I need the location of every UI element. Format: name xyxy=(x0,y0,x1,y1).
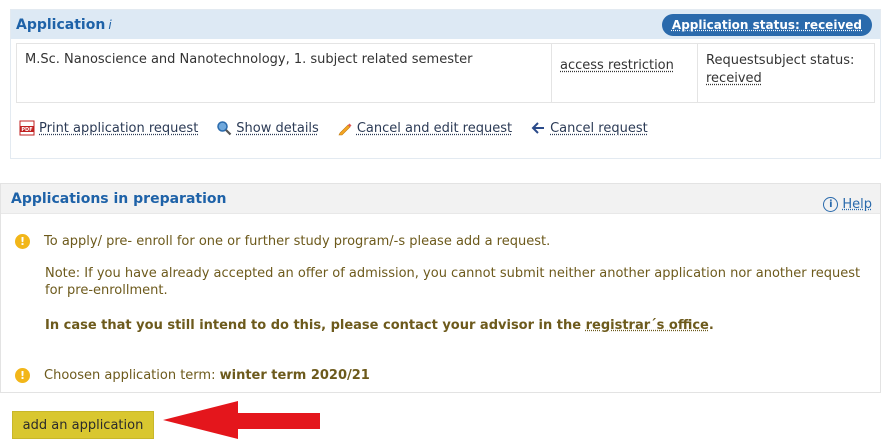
info-message: To apply/ pre- enroll for one or further… xyxy=(44,234,551,249)
pencil-icon xyxy=(337,120,353,136)
application-header: Application ⅰ Application status: receive… xyxy=(11,10,880,39)
warning-info-icon: ! xyxy=(15,368,30,383)
svg-text:PDF: PDF xyxy=(21,127,32,133)
application-status-badge[interactable]: Application status: received xyxy=(661,13,872,36)
show-details-action[interactable]: Show details xyxy=(216,120,319,136)
red-arrow-shape xyxy=(163,401,320,439)
pdf-icon: PDF xyxy=(19,120,35,136)
warning-info-icon: ! xyxy=(15,234,30,249)
info-icon: i xyxy=(823,197,839,212)
term-label: Choosen application term: xyxy=(44,368,220,383)
print-request-action[interactable]: PDF Print application request xyxy=(19,120,198,136)
note-text: Note: If you have already accepted an of… xyxy=(45,266,861,298)
cancel-edit-label: Cancel and edit request xyxy=(356,120,513,136)
application-title: Application ⅰ xyxy=(16,16,112,33)
add-application-button[interactable]: add an application xyxy=(12,411,154,439)
term-text: Choosen application term: winter term 20… xyxy=(44,367,370,384)
cancel-request-label: Cancel request xyxy=(550,120,648,136)
request-status-label: Requestsubject status: xyxy=(706,53,855,68)
contact-prefix: In case that you still intend to do this… xyxy=(45,318,586,333)
request-status-cell: Requestsubject status: received xyxy=(698,44,874,102)
red-arrow-annotation xyxy=(163,401,320,439)
preparation-header: Applications in preparation i Help xyxy=(1,184,880,214)
show-details-label: Show details xyxy=(236,120,319,136)
application-row: M.Sc. Nanoscience and Nanotechnology, 1.… xyxy=(16,43,875,103)
cancel-request-action[interactable]: Cancel request xyxy=(530,120,648,136)
access-restriction-cell: access restriction xyxy=(552,44,698,102)
term-row: ! Choosen application term: winter term … xyxy=(15,367,370,384)
help-link[interactable]: i Help xyxy=(823,197,872,212)
magnifier-icon xyxy=(216,120,232,136)
program-name: M.Sc. Nanoscience and Nanotechnology, 1.… xyxy=(17,44,552,102)
cancel-edit-action[interactable]: Cancel and edit request xyxy=(337,120,512,136)
preparation-panel: Applications in preparation i Help ! To … xyxy=(0,183,881,393)
arrow-left-icon xyxy=(530,120,546,136)
info-message-row: ! To apply/ pre- enroll for one or furth… xyxy=(15,233,550,250)
help-label: Help xyxy=(842,197,872,212)
registrar-office-link[interactable]: registrar´s office xyxy=(586,318,709,333)
contact-suffix: . xyxy=(708,318,714,333)
preparation-title: Applications in preparation xyxy=(11,190,227,207)
application-actions: PDF Print application request Show detai… xyxy=(19,120,666,136)
term-value: winter term 2020/21 xyxy=(219,368,370,383)
print-request-label: Print application request xyxy=(39,120,199,136)
contact-line: In case that you still intend to do this… xyxy=(45,318,714,333)
request-status-value: received xyxy=(706,71,762,86)
application-panel: Application ⅰ Application status: receive… xyxy=(10,9,881,159)
access-restriction-link[interactable]: access restriction xyxy=(560,58,674,73)
info-mark-icon: ⅰ xyxy=(108,17,112,32)
